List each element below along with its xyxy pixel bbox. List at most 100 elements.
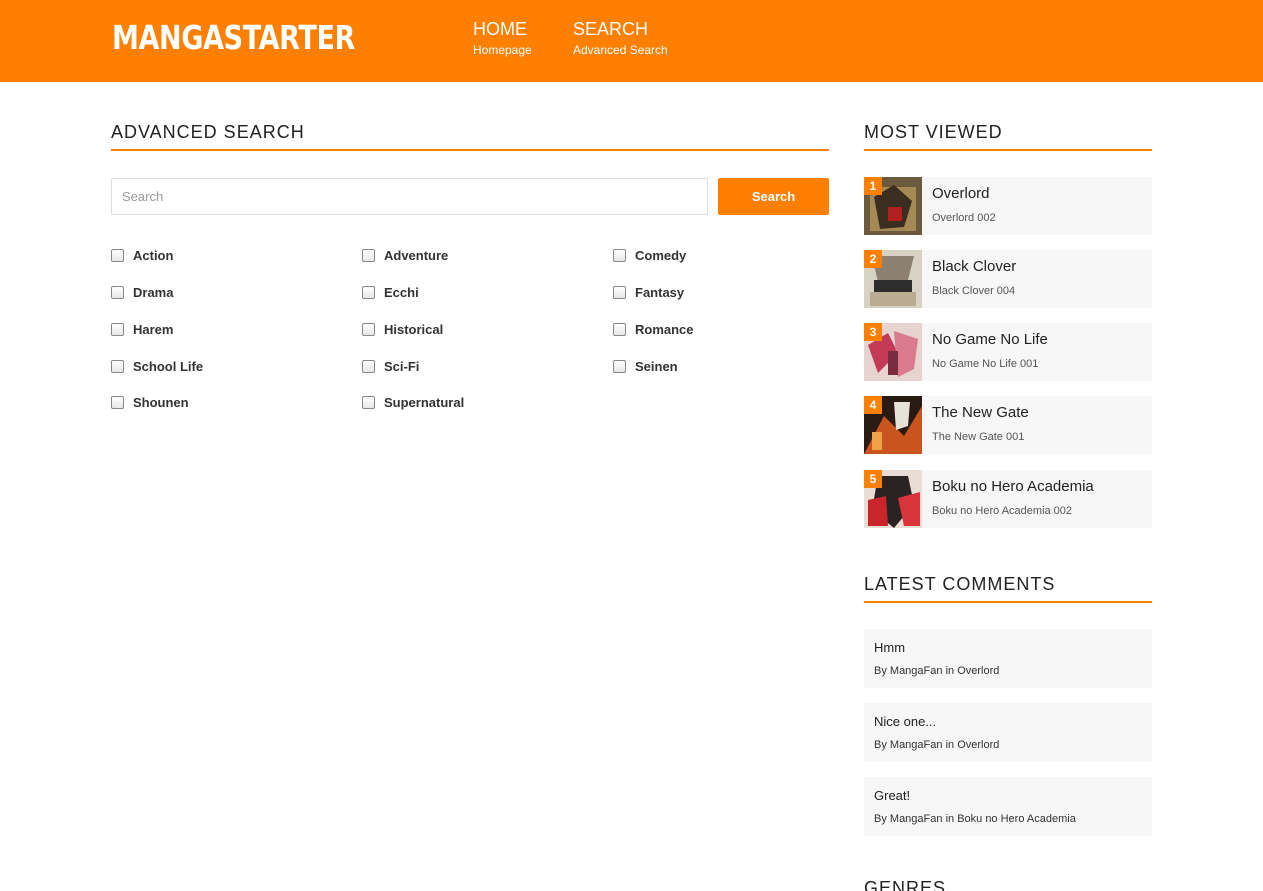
genre-checkbox-adventure[interactable]: Adventure <box>362 247 448 263</box>
comment-item: Great! By MangaFan in Boku no Hero Acade… <box>864 777 1152 836</box>
checkbox-icon[interactable] <box>111 322 124 336</box>
comment-manga-link[interactable]: Overlord <box>957 739 999 751</box>
manga-chapter[interactable]: Overlord 002 <box>932 211 996 225</box>
checkbox-icon[interactable] <box>362 285 375 299</box>
most-viewed-item[interactable]: 5 Boku no Hero Academia Boku no Hero Aca… <box>864 470 1152 528</box>
advanced-search-rule <box>111 149 829 151</box>
genre-label: Adventure <box>384 247 449 263</box>
comment-by: By <box>874 739 887 751</box>
comment-manga-link[interactable]: Boku no Hero Academia <box>957 813 1076 825</box>
comment-text: Nice one... <box>874 714 937 729</box>
site-logo[interactable]: MANGASTARTER <box>112 18 355 58</box>
nav-home-sublabel: Homepage <box>473 43 532 57</box>
nav-search-label: SEARCH <box>573 19 649 39</box>
manga-chapter[interactable]: The New Gate 001 <box>932 430 1024 444</box>
genre-label: Ecchi <box>384 284 419 300</box>
comment-in: in <box>945 813 955 825</box>
genre-label: Historical <box>384 321 444 337</box>
genre-checkbox-comedy[interactable]: Comedy <box>613 247 686 263</box>
search-input[interactable] <box>111 178 708 215</box>
comment-in: in <box>945 665 955 677</box>
manga-title[interactable]: Boku no Hero Academia <box>932 478 1094 496</box>
genre-checkbox-supernatural[interactable]: Supernatural <box>362 394 464 410</box>
comment-meta: By MangaFan in Overlord <box>874 738 999 752</box>
genre-label: School Life <box>133 358 204 374</box>
manga-chapter[interactable]: No Game No Life 001 <box>932 357 1038 371</box>
genre-checkbox-ecchi[interactable]: Ecchi <box>362 284 419 300</box>
manga-title[interactable]: Overlord <box>932 185 990 203</box>
checkbox-icon[interactable] <box>111 285 124 299</box>
most-viewed-rule <box>864 149 1152 151</box>
comment-manga-link[interactable]: Overlord <box>957 665 999 677</box>
checkbox-icon[interactable] <box>111 395 124 409</box>
manga-chapter[interactable]: Black Clover 004 <box>932 284 1015 298</box>
genre-label: Drama <box>133 284 174 300</box>
manga-chapter[interactable]: Boku no Hero Academia 002 <box>932 504 1072 518</box>
genre-label: Romance <box>635 321 694 337</box>
genre-label: Action <box>133 247 174 263</box>
genre-label: Seinen <box>635 358 678 374</box>
search-button[interactable]: Search <box>718 178 829 215</box>
genre-checkbox-sci-fi[interactable]: Sci-Fi <box>362 358 419 374</box>
checkbox-icon[interactable] <box>111 248 124 262</box>
genre-checkbox-historical[interactable]: Historical <box>362 321 443 337</box>
genre-checkbox-school-life[interactable]: School Life <box>111 358 203 374</box>
genre-checkbox-seinen[interactable]: Seinen <box>613 358 678 374</box>
genre-checkbox-action[interactable]: Action <box>111 247 173 263</box>
manga-title[interactable]: Black Clover <box>932 258 1016 276</box>
genres-title: GENRES <box>864 878 947 891</box>
site-header: MANGASTARTER HOME Homepage SEARCH Advanc… <box>0 0 1263 82</box>
manga-title[interactable]: No Game No Life <box>932 331 1048 349</box>
manga-title[interactable]: The New Gate <box>932 404 1029 422</box>
checkbox-icon[interactable] <box>613 359 626 373</box>
comment-meta: By MangaFan in Boku no Hero Academia <box>874 812 1076 826</box>
rank-badge: 1 <box>864 177 882 195</box>
nav-search-sublabel: Advanced Search <box>573 43 668 57</box>
most-viewed-item[interactable]: 1 Overlord Overlord 002 <box>864 177 1152 235</box>
comment-by: By <box>874 665 887 677</box>
comment-user-link[interactable]: MangaFan <box>890 813 943 825</box>
rank-badge: 5 <box>864 470 882 488</box>
comment-meta: By MangaFan in Overlord <box>874 664 999 678</box>
checkbox-icon[interactable] <box>362 322 375 336</box>
checkbox-icon[interactable] <box>613 322 626 336</box>
comment-by: By <box>874 813 887 825</box>
genre-label: Harem <box>133 321 174 337</box>
checkbox-icon[interactable] <box>613 248 626 262</box>
nav-home[interactable]: HOME Homepage <box>473 18 532 59</box>
genre-label: Fantasy <box>635 284 685 300</box>
comment-user-link[interactable]: MangaFan <box>890 739 943 751</box>
genre-label: Shounen <box>133 394 189 410</box>
genre-label: Sci-Fi <box>384 358 420 374</box>
comment-text: Hmm <box>874 640 906 655</box>
checkbox-icon[interactable] <box>362 395 375 409</box>
rank-badge: 3 <box>864 323 882 341</box>
checkbox-icon[interactable] <box>362 359 375 373</box>
checkbox-icon[interactable] <box>362 248 375 262</box>
genre-checkbox-fantasy[interactable]: Fantasy <box>613 284 684 300</box>
most-viewed-item[interactable]: 2 Black Clover Black Clover 004 <box>864 250 1152 308</box>
genre-checkbox-drama[interactable]: Drama <box>111 284 173 300</box>
genre-checkbox-shounen[interactable]: Shounen <box>111 394 189 410</box>
genre-checkbox-romance[interactable]: Romance <box>613 321 694 337</box>
checkbox-icon[interactable] <box>613 285 626 299</box>
genre-label: Supernatural <box>384 394 465 410</box>
comment-in: in <box>945 739 955 751</box>
comment-user-link[interactable]: MangaFan <box>890 665 943 677</box>
comment-text: Great! <box>874 788 911 803</box>
advanced-search-title: ADVANCED SEARCH <box>111 122 305 142</box>
checkbox-icon[interactable] <box>111 359 124 373</box>
rank-badge: 2 <box>864 250 882 268</box>
genre-label: Comedy <box>635 247 687 263</box>
genre-checkbox-harem[interactable]: Harem <box>111 321 173 337</box>
latest-comments-rule <box>864 601 1152 603</box>
comment-item: Nice one... By MangaFan in Overlord <box>864 703 1152 762</box>
nav-search[interactable]: SEARCH Advanced Search <box>573 18 668 59</box>
most-viewed-item[interactable]: 4 The New Gate The New Gate 001 <box>864 396 1152 454</box>
nav-home-label: HOME <box>473 19 527 39</box>
latest-comments-title: LATEST COMMENTS <box>864 574 1056 594</box>
comment-item: Hmm By MangaFan in Overlord <box>864 629 1152 688</box>
rank-badge: 4 <box>864 396 882 414</box>
most-viewed-title: MOST VIEWED <box>864 122 1003 142</box>
most-viewed-item[interactable]: 3 No Game No Life No Game No Life 001 <box>864 323 1152 381</box>
